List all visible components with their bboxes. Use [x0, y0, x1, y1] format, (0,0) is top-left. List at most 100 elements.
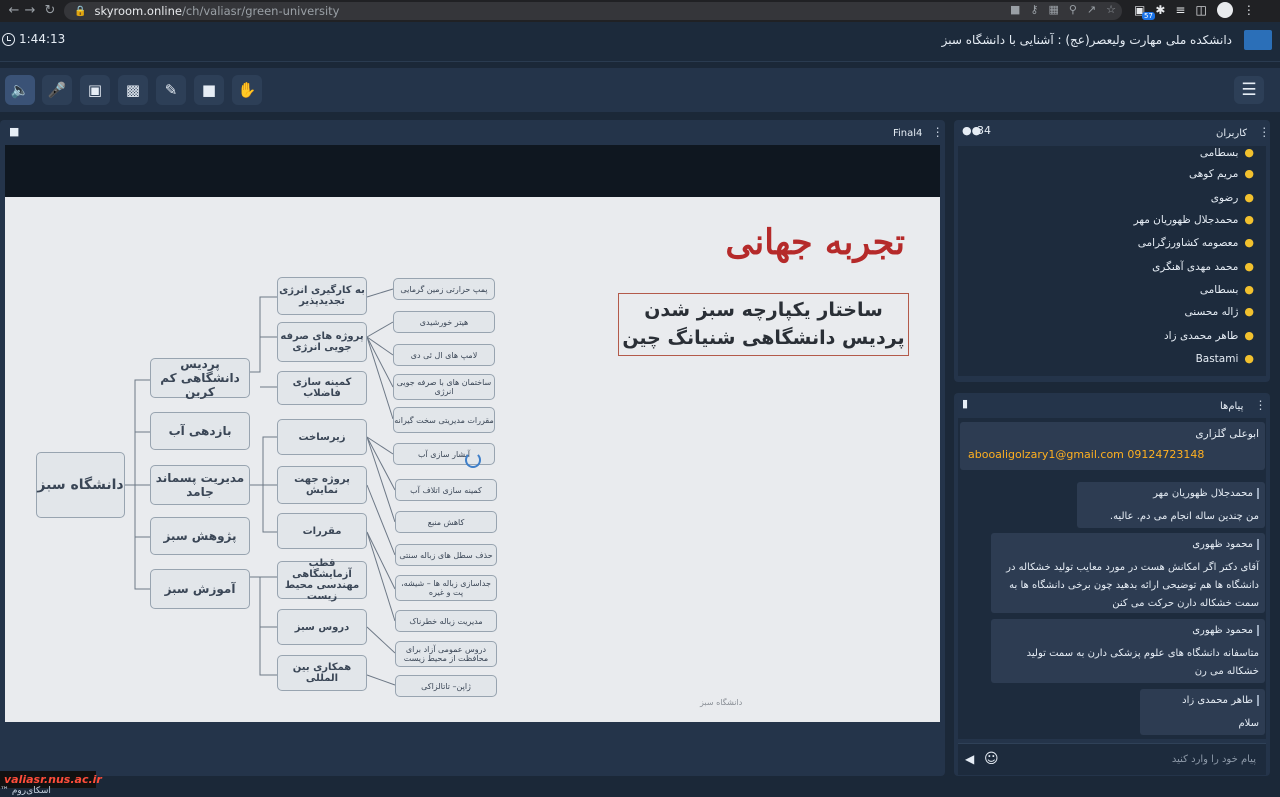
mindmap-node-l3: جداسازی زباله ها – شیشه، پت و غیره [395, 575, 497, 601]
chat-message: ابوعلی گلزاری abooaligolzary1@gmail.com … [960, 422, 1265, 470]
forward-icon[interactable]: → [20, 3, 40, 18]
user-name: بسطامی [1199, 146, 1239, 159]
mindmap-node-l3: حذف سطل های زباله سنتی [395, 544, 497, 566]
user-item[interactable]: ● طاهر محمدی زاد [1164, 329, 1254, 342]
mindmap-node-l2: مقررات [277, 513, 367, 549]
user-icon: ● [1244, 305, 1254, 318]
user-icon: ● [1244, 329, 1254, 342]
reload-icon[interactable]: ↻ [40, 3, 60, 18]
mindmap-root: دانشگاه سبز [36, 452, 125, 518]
more-options-icon[interactable]: ⋮ [932, 125, 944, 139]
message-sender: ابوعلی گلزاری [1195, 428, 1259, 440]
lock-icon: 🔒 [74, 5, 87, 17]
mindmap-node-l3: ژاپن– تاتالزاکی [395, 675, 497, 697]
message-sender: طاهر محمدی زاد [1148, 695, 1259, 706]
whiteboard-button[interactable]: ✎ [156, 75, 186, 105]
brush-icon: ✎ [164, 81, 178, 99]
camera-off-icon: ▣ [87, 81, 103, 99]
key-icon[interactable]: ⚷ [1030, 3, 1038, 16]
room-title: دانشکده ملی مهارت ولیعصر(عج) : آشنایی با… [941, 33, 1232, 47]
raise-hand-button[interactable]: ✋ [232, 75, 262, 105]
mindmap-node-l2: پروژه های صرفه جویی انرژی [277, 322, 367, 362]
mindmap-node-l2: دروس سبز [277, 609, 367, 645]
screen-share-button[interactable]: ▩ [118, 75, 148, 105]
chat-panel-title: پیام‌ها ⋮ [1220, 398, 1267, 412]
user-item[interactable]: ● معصومه کشاورزگرامی [1138, 236, 1254, 249]
message-text: من چندین ساله انجام می دم. عالیه. [1109, 511, 1259, 522]
more-options-icon[interactable]: ⋮ [1255, 398, 1267, 412]
user-name: معصومه کشاورزگرامی [1137, 236, 1239, 249]
mindmap-node-l3: ساختمان های با صرفه جویی انرژی [393, 374, 495, 400]
user-icon: ● [1244, 352, 1254, 365]
user-name: بسطامی [1199, 283, 1239, 296]
browser-menu-icon[interactable]: ⋮ [1243, 3, 1255, 17]
user-icon: ● [1244, 191, 1254, 204]
mindmap-node-l2: همکاری بین المللی [277, 655, 367, 691]
speaker-icon: 🔈 [10, 81, 30, 99]
zoom-icon[interactable]: ⚲ [1069, 3, 1077, 16]
control-toolbar [0, 68, 1280, 112]
hand-icon: ✋ [237, 81, 257, 99]
user-item[interactable]: ● ژاله محسنی [1185, 305, 1254, 318]
user-name: Bastami [1195, 352, 1239, 365]
mindmap-node-l3: کاهش منبع [395, 511, 497, 533]
camera-button[interactable]: ▣ [80, 75, 110, 105]
message-sender: محمود ظهوری [999, 625, 1259, 636]
share-icon[interactable]: ↗ [1087, 3, 1096, 16]
lock-icon[interactable]: ■ [9, 125, 19, 138]
sidepanel-icon[interactable]: ◫ [1195, 3, 1206, 17]
user-item[interactable]: ● محمد مهدی آهنگری [1152, 260, 1254, 273]
users-title-label: کاربران [1216, 128, 1248, 139]
mindmap-node-l2: پروژه جهت نمایش [277, 466, 367, 504]
mindmap-node-l3: مقررات مدیریتی سخت گیرانه [393, 407, 495, 433]
user-name: محمد مهدی آهنگری [1152, 260, 1239, 273]
star-icon[interactable]: ☆ [1106, 3, 1116, 16]
media-icon[interactable]: ≡ [1175, 3, 1185, 17]
user-item[interactable]: ● بسطامی [1200, 283, 1254, 296]
files-button[interactable]: ■ [194, 75, 224, 105]
microphone-button[interactable]: 🎤 [42, 75, 72, 105]
file-name-label: Final4 [893, 128, 923, 139]
profile-avatar[interactable] [1216, 2, 1233, 18]
chat-icon: ▮ [962, 397, 969, 410]
mindmap-node-l3: کمینه سازی اتلاف آب [395, 479, 497, 501]
user-item[interactable]: ● بسطامی [1200, 146, 1254, 159]
message-sender: محمود ظهوری [999, 539, 1259, 550]
message-link[interactable]: abooaligolzary1@gmail.com 09124723148 [968, 448, 1259, 461]
slide-title: تجربه جهانی [725, 222, 905, 263]
more-options-icon[interactable]: ⋮ [1258, 125, 1270, 139]
user-icon: ● [1244, 236, 1254, 249]
mindmap-node-l1: پژوهش سبز [150, 517, 250, 555]
extension-badge: 57 [1142, 12, 1155, 20]
mic-muted-icon: 🎤 [47, 81, 67, 99]
emoji-icon[interactable]: ☺ [984, 751, 999, 767]
main-menu-button[interactable]: ☰ [1234, 76, 1264, 104]
chat-input[interactable] [1010, 751, 1256, 767]
user-item[interactable]: ● مریم کوهی [1189, 167, 1254, 180]
chat-message: محمود ظهوری آقای دکتر اگر امکانش هست در … [991, 533, 1265, 613]
user-item[interactable]: ● محمدجلال ظهوریان مهر [1134, 213, 1254, 226]
camera-icon[interactable]: ■ [1010, 3, 1020, 16]
screen-share-icon: ▩ [125, 81, 141, 99]
translate-icon[interactable]: ▦ [1048, 3, 1058, 16]
user-name: محمدجلال ظهوریان مهر [1133, 213, 1239, 226]
address-bar[interactable]: 🔒 skyroom.online/ch/valiasr/green-univer… [64, 2, 1122, 20]
slide-subtitle: ساختار یکپارچه سبز شدن پردیس دانشگاهی شن… [618, 293, 909, 356]
user-item[interactable]: ● رضوی [1211, 191, 1254, 204]
send-icon[interactable]: ◀ [965, 752, 974, 766]
users-list: ● بسطامی ● مریم کوهی ● رضوی ● محمدجلال ظهوری… [958, 146, 1266, 376]
speaker-button[interactable]: 🔈 [5, 75, 35, 105]
mindmap-node-l2: قطب آزمایشگاهی مهندسی محیط زیست [277, 558, 367, 602]
user-item[interactable]: ● Bastami [1196, 352, 1254, 365]
puzzle-icon[interactable]: ✱ [1155, 3, 1165, 17]
message-text: سلام [1238, 718, 1259, 729]
user-name: رضوی [1210, 191, 1239, 204]
chat-message: محمدجلال ظهوریان مهر من چندین ساله انجام… [1077, 482, 1265, 528]
mindmap-node-l2: به کارگیری انرژی تجدیدپذیر [277, 277, 367, 315]
presentation-file-name: Final4 ⋮ [893, 125, 944, 139]
user-icon: ● [1244, 167, 1254, 180]
mindmap-node-l2: کمینه سازی فاضلاب [277, 371, 367, 405]
url-path: /ch/valiasr/green-university [181, 4, 340, 18]
mindmap-node-l3: دروس عمومی آزاد برای محافظت از محیط زیست [395, 641, 497, 667]
mindmap-node-l1: آموزش سبز [150, 569, 250, 609]
